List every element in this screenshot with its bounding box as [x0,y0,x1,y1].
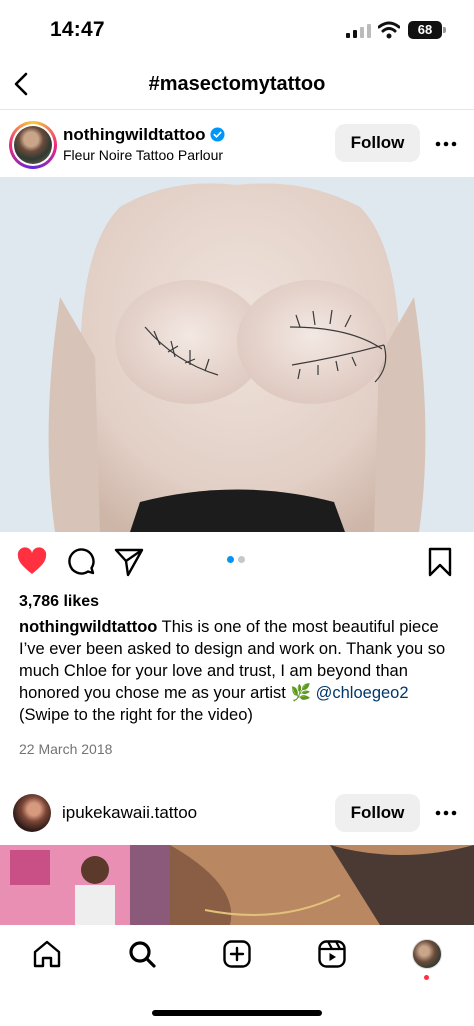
post-date: 22 March 2018 [19,741,113,757]
create-icon[interactable] [222,939,252,969]
post-header: nothingwildtattoo Fleur Noire Tattoo Par… [0,112,474,176]
profile-avatar[interactable] [412,939,442,969]
post-caption: nothingwildtattoo This is one of the mos… [19,616,459,726]
post2-username[interactable]: ipukekawaii.tattoo [62,803,197,823]
post2-photo-illustration [0,845,474,925]
status-time: 14:47 [50,18,105,41]
avatar[interactable] [13,794,51,832]
follow-button[interactable]: Follow [335,124,420,162]
caption-username[interactable]: nothingwildtattoo [19,618,157,636]
carousel-dot-active [227,556,234,563]
follow-button[interactable]: Follow [335,794,420,832]
nav-header: #masectomytattoo [0,60,474,110]
notification-dot [424,975,429,980]
post-photo-illustration [0,177,474,532]
username-text[interactable]: nothingwildtattoo [63,125,206,144]
more-options-icon[interactable] [433,803,459,823]
wifi-icon [378,21,400,39]
caption-swipe-note: (Swipe to the right for the video) [19,706,253,724]
comment-icon[interactable] [64,546,96,578]
avatar[interactable] [9,121,57,169]
status-bar: 14:47 68 [0,0,474,60]
more-options-icon[interactable] [433,134,459,154]
caption-mention[interactable]: @chloegeo2 [316,684,409,702]
carousel-indicator [227,556,247,564]
post2-header: ipukekawaii.tattoo Follow [0,783,474,843]
search-icon[interactable] [127,939,157,969]
verified-badge-icon [210,127,225,142]
post-photo[interactable] [0,177,474,532]
bookmark-icon[interactable] [424,546,456,578]
share-icon[interactable] [113,546,145,578]
battery-indicator: 68 [408,21,446,39]
like-count[interactable]: 3,786 likes [19,593,99,611]
post-location[interactable]: Fleur Noire Tattoo Parlour [63,147,223,163]
heart-icon[interactable] [16,546,48,578]
cellular-signal-icon [346,24,371,38]
post2-photo[interactable] [0,845,474,925]
post-actions [0,540,474,584]
home-icon[interactable] [32,939,62,969]
reels-icon[interactable] [317,939,347,969]
carousel-dot [238,556,245,563]
post-username[interactable]: nothingwildtattoo [63,125,225,145]
home-indicator [152,1010,322,1016]
page-title: #masectomytattoo [148,73,326,95]
